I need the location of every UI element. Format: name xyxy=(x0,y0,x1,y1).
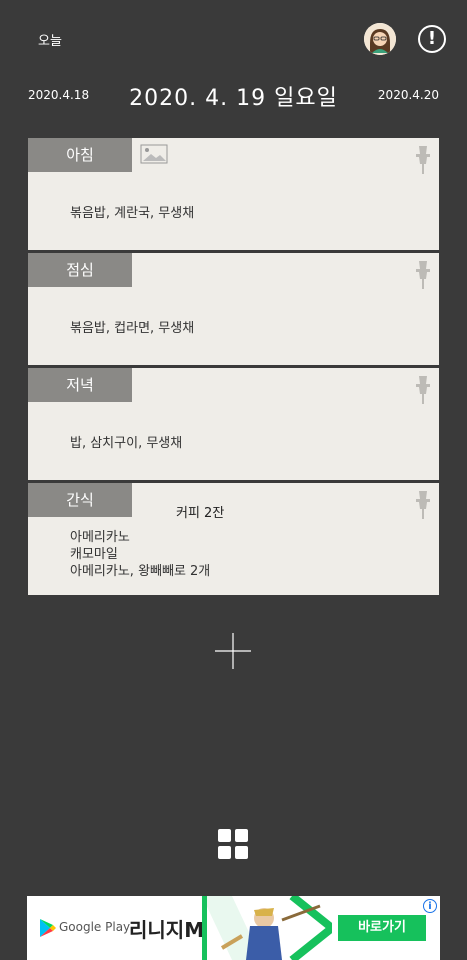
meal-content-lunch: 볶음밥, 컵라면, 무생채 xyxy=(70,321,195,336)
snack-line: 아메리카노, 왕빼빼로 2개 xyxy=(70,564,211,579)
snack-line: 캐모마일 xyxy=(70,547,118,562)
store-label: Google Play xyxy=(59,920,131,934)
meal-content-snack: 아메리카노 캐모마일 아메리카노, 왕빼빼로 2개 xyxy=(70,529,210,580)
meal-card-lunch[interactable]: 점심 볶음밥, 컵라면, 무생채 xyxy=(28,253,439,365)
snack-line: 아메리카노 xyxy=(70,530,130,545)
plus-icon[interactable] xyxy=(215,633,251,669)
google-play-icon xyxy=(40,919,56,937)
next-date-link[interactable]: 2020.4.20 xyxy=(378,88,439,102)
exclamation-icon[interactable]: ! xyxy=(418,25,446,53)
ad-info-icon[interactable]: i xyxy=(423,899,437,913)
today-button[interactable]: 오늘 xyxy=(38,30,62,49)
avatar-image xyxy=(364,23,396,55)
meal-card-snack[interactable]: 간식 커피 2잔 아메리카노 캐모마일 아메리카노, 왕빼빼로 2개 xyxy=(28,483,439,595)
pin-icon[interactable] xyxy=(412,144,434,176)
snack-note: 커피 2잔 xyxy=(176,506,225,521)
profile-avatar[interactable] xyxy=(364,23,396,55)
grid-icon[interactable] xyxy=(218,829,249,860)
photo-icon[interactable] xyxy=(140,144,168,164)
ad-title: 리니지M xyxy=(129,918,205,942)
meal-card-breakfast[interactable]: 아침 볶음밥, 계란국, 무생채 xyxy=(28,138,439,250)
meal-tab-breakfast: 아침 xyxy=(28,138,132,172)
meal-tab-lunch: 점심 xyxy=(28,253,132,287)
pin-icon[interactable] xyxy=(412,259,434,291)
pin-icon[interactable] xyxy=(412,489,434,521)
meal-card-dinner[interactable]: 저녁 밥, 삼치구이, 무생채 xyxy=(28,368,439,480)
meal-tab-snack: 간식 xyxy=(28,483,132,517)
meal-tab-dinner: 저녁 xyxy=(28,368,132,402)
cta-button[interactable]: 바로가기 xyxy=(338,915,426,941)
ad-banner[interactable]: Google Play 리니지M 바로가기 i xyxy=(27,896,440,960)
meal-content-dinner: 밥, 삼치구이, 무생채 xyxy=(70,436,183,451)
date-navigation: 2020.4.18 2020. 4. 19 일요일 2020.4.20 xyxy=(0,80,467,111)
pin-icon[interactable] xyxy=(412,374,434,406)
ad-artwork xyxy=(202,896,332,960)
top-bar: 오늘 ! xyxy=(0,0,467,80)
meal-content-breakfast: 볶음밥, 계란국, 무생채 xyxy=(70,206,195,221)
